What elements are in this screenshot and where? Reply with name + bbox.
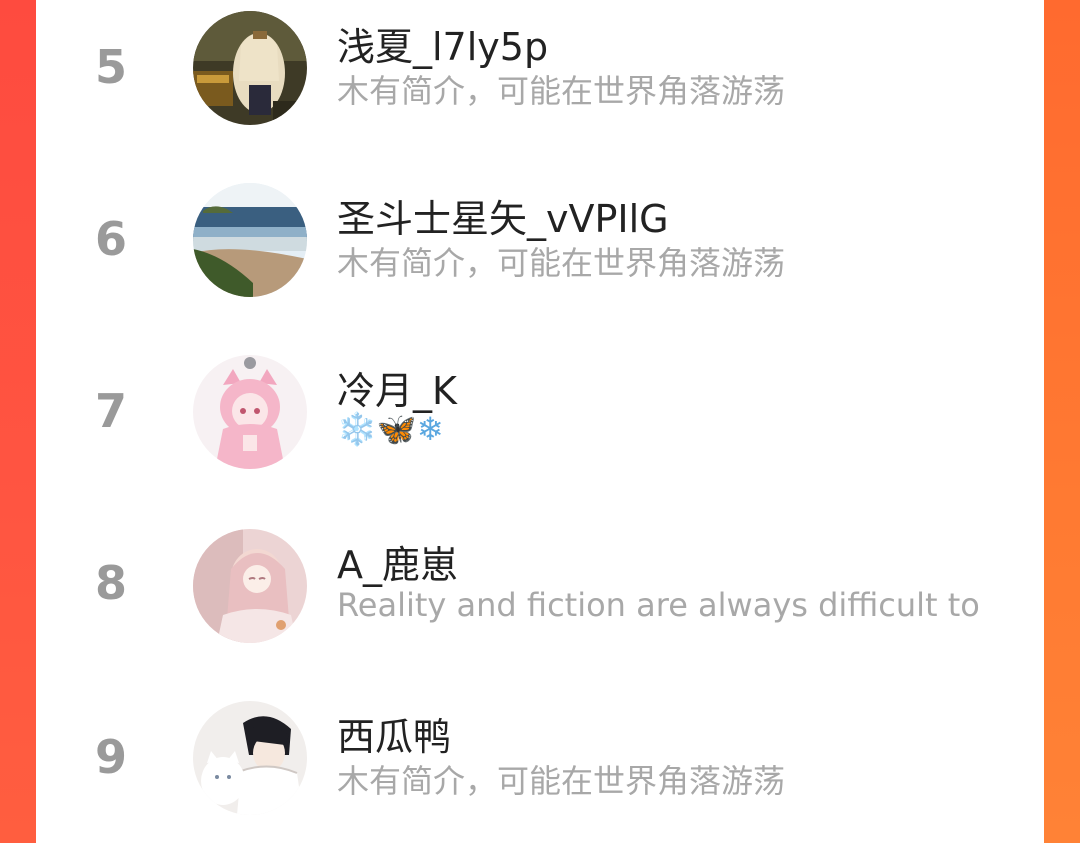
boy-with-cat-avatar-icon (193, 701, 307, 815)
ranking-row[interactable]: 7 冷月_K ❄️🦋❄ (36, 344, 1044, 494)
user-avatar[interactable] (193, 529, 307, 643)
seaside-avatar-icon (193, 183, 307, 297)
ranking-row[interactable]: 9 西瓜鸭 木有简介，可能在世界角落游荡 (36, 690, 1044, 840)
user-name[interactable]: 冷月_K (337, 360, 457, 415)
user-avatar[interactable] (193, 11, 307, 125)
right-background-strip (1044, 0, 1080, 843)
pastel-girl-avatar-icon (193, 529, 307, 643)
ranking-row[interactable]: 6 圣斗士星矢_vVPIlG 木有简介，可能在世界角落游荡 (36, 172, 1044, 322)
anime-girl-avatar-icon (193, 11, 307, 125)
user-name[interactable]: 圣斗士星矢_vVPIlG (337, 188, 669, 243)
pink-hood-avatar-icon (193, 355, 307, 469)
ranking-row[interactable]: 5 浅夏_l7ly5p 木有简介，可能在世界角落游荡 (36, 0, 1044, 150)
rank-number: 5 (94, 40, 127, 94)
user-bio: 木有简介，可能在世界角落游荡 (337, 762, 786, 800)
ranking-row[interactable]: 8 A_鹿崽 Reality and fiction are always di… (36, 516, 1044, 666)
user-bio: Reality and fiction are always difficult… (337, 586, 980, 624)
user-name[interactable]: 西瓜鸭 (337, 706, 451, 761)
rank-number: 9 (94, 730, 127, 784)
user-avatar[interactable] (193, 701, 307, 815)
ranking-list: 5 浅夏_l7ly5p 木有简介，可能在世界角落游荡 6 圣斗士星矢_vVPIl… (36, 0, 1044, 843)
user-avatar[interactable] (193, 355, 307, 469)
left-background-strip (0, 0, 36, 843)
user-bio: ❄️🦋❄ (337, 410, 444, 448)
user-bio: 木有简介，可能在世界角落游荡 (337, 244, 786, 282)
user-bio: 木有简介，可能在世界角落游荡 (337, 72, 786, 110)
rank-number: 6 (94, 212, 127, 266)
user-name[interactable]: A_鹿崽 (337, 534, 458, 589)
user-avatar[interactable] (193, 183, 307, 297)
rank-number: 8 (94, 556, 127, 610)
rank-number: 7 (94, 384, 127, 438)
user-name[interactable]: 浅夏_l7ly5p (337, 16, 548, 71)
